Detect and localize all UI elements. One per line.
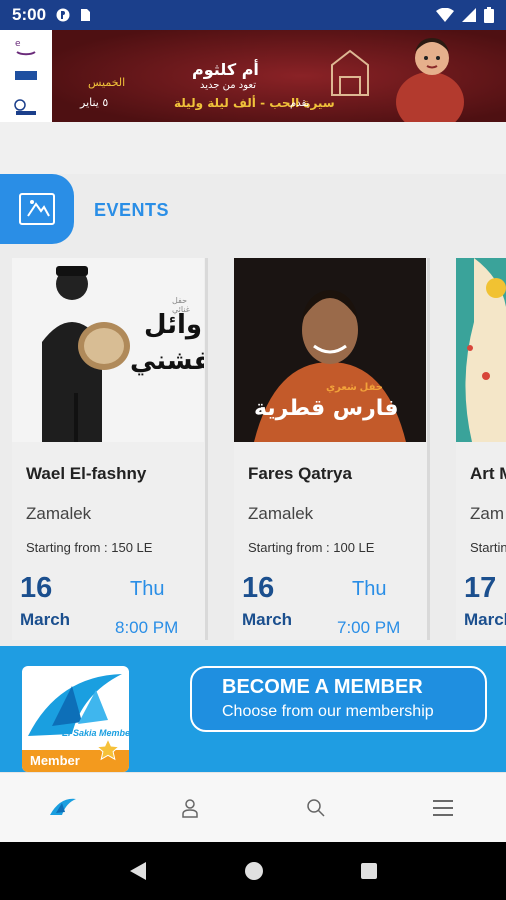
promo-banner[interactable]: e أم كلثوم تعود من جديد سيرة الحب - ألف … <box>0 30 506 122</box>
event-price: Starting from : 100 LE <box>248 540 375 555</box>
poster-text-1: فارس قطرية <box>254 396 399 421</box>
event-name: Fares Qatrya <box>248 464 352 483</box>
become-member-title: BECOME A MEMBER <box>222 676 423 698</box>
events-badge <box>0 174 74 244</box>
event-card[interactable]: حفل غنائي وائل الفشني Wael El-fashny Zam… <box>12 258 208 640</box>
become-member-button[interactable]: BECOME A MEMBER Choose from our membersh… <box>190 666 487 732</box>
back-icon[interactable] <box>128 860 148 882</box>
event-name: Art M <box>470 464 506 483</box>
nav-search[interactable] <box>253 773 380 843</box>
profile-icon <box>182 798 198 818</box>
event-card[interactable]: حفل شعري فارس قطرية Fares Qatrya Zamalek… <box>234 258 430 640</box>
event-venue: Zamalek <box>248 504 314 523</box>
sponsor-logos: e <box>0 30 52 122</box>
event-venue: Zam <box>470 504 504 523</box>
member-ribbon-label: Member <box>30 753 80 768</box>
event-time: 7:00 PM <box>337 618 401 637</box>
system-nav-bar <box>0 842 506 900</box>
spacer <box>0 122 506 174</box>
event-time: 8:00 PM <box>115 618 179 637</box>
banner-presents: يقدم <box>290 98 310 109</box>
event-day: 16 <box>20 572 53 604</box>
banner-day: الخميس <box>88 76 126 89</box>
sim-card-icon <box>81 9 91 21</box>
battery-icon <box>484 7 494 23</box>
app-notification-icon <box>56 8 70 22</box>
event-poster-image <box>456 258 506 442</box>
status-bar: 5:00 <box>0 0 506 30</box>
membership-card-label: El Sakia Membership <box>62 728 129 738</box>
banner-image: أم كلثوم تعود من جديد سيرة الحب - ألف لي… <box>52 30 506 122</box>
ticket-icon <box>19 193 55 225</box>
signal-icon <box>462 8 476 22</box>
banner-title: أم كلثوم <box>192 60 259 79</box>
event-card[interactable]: Art M Zam Startin 17 March <box>456 258 506 640</box>
sponsor-logo-2 <box>15 70 37 85</box>
event-weekday: Thu <box>352 578 387 600</box>
events-section: EVENTS حفل غنائي وائل الفشني Wael El-fas… <box>0 174 506 646</box>
event-weekday: Thu <box>130 578 165 600</box>
bottom-nav <box>0 772 506 842</box>
menu-icon <box>432 799 453 816</box>
event-price: Starting from : 150 LE <box>26 540 153 555</box>
home-icon <box>50 798 77 815</box>
event-month: March <box>464 610 506 629</box>
event-poster <box>456 258 506 442</box>
poster-text-2: الفشني <box>130 346 204 376</box>
events-title: EVENTS <box>94 200 170 220</box>
svg-text:e: e <box>15 39 21 49</box>
event-poster: حفل غنائي وائل الفشني <box>12 258 204 442</box>
banner-subtitle: تعود من جديد <box>200 80 257 91</box>
search-icon <box>307 798 325 817</box>
event-price: Startin <box>470 540 506 555</box>
recents-icon[interactable] <box>360 862 378 880</box>
membership-section: El Sakia Membership Member BECOME A MEMB… <box>0 646 506 772</box>
nav-profile[interactable] <box>127 773 254 843</box>
poster-text-1: وائل <box>144 310 203 340</box>
event-day: 16 <box>242 572 275 604</box>
status-time: 5:00 <box>12 5 47 24</box>
star-icon <box>96 738 120 761</box>
become-member-subtitle: Choose from our membership <box>222 703 434 720</box>
event-day: 17 <box>464 572 497 604</box>
event-name: Wael El-fashny <box>26 464 147 483</box>
nav-home[interactable] <box>0 773 127 843</box>
event-month: March <box>242 610 293 629</box>
event-venue: Zamalek <box>26 504 92 523</box>
event-poster: حفل شعري فارس قطرية <box>234 258 426 442</box>
home-button-icon[interactable] <box>244 861 264 881</box>
wifi-icon <box>436 8 454 22</box>
banner-date: ٥ يناير <box>80 96 109 109</box>
membership-card[interactable]: El Sakia Membership Member <box>22 666 129 772</box>
sponsor-logo-3 <box>14 98 36 115</box>
poster-small-text: حفل شعري <box>326 382 383 393</box>
sponsor-logo-1: e <box>15 39 36 56</box>
nav-menu[interactable] <box>380 773 506 843</box>
event-month: March <box>20 610 71 629</box>
banner-show-title: سيرة الحب - ألف ليلة وليلة <box>174 96 335 110</box>
